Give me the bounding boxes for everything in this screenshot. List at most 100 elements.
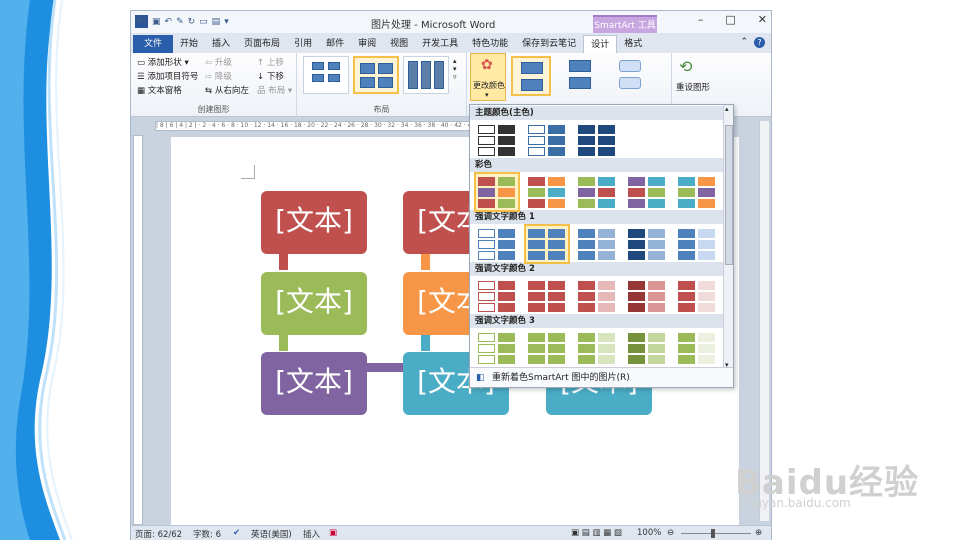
color-swatch-10[interactable]: [524, 224, 570, 264]
macro-icon[interactable]: ▣: [329, 528, 337, 538]
tab-home[interactable]: 开始: [173, 35, 205, 53]
swatch-cell: [698, 333, 715, 342]
connector-2: [279, 335, 288, 351]
swatch-cell: [498, 177, 515, 186]
right-to-left-button[interactable]: ⇆ 从右向左: [205, 84, 249, 96]
recolor-pictures-option[interactable]: ◧ 重新着色SmartArt 图中的图片(R): [470, 367, 733, 387]
swatch-cell: [478, 229, 495, 238]
color-swatch-1[interactable]: [476, 122, 518, 158]
layout-button[interactable]: 品 布局 ▾: [257, 84, 292, 96]
language-indicator[interactable]: 英语(美国): [251, 528, 292, 540]
smartart-node-2[interactable]: [文本]: [261, 272, 367, 335]
tab-references[interactable]: 引用: [287, 35, 319, 53]
color-swatch-4[interactable]: [474, 172, 520, 212]
style-thumbnail-3[interactable]: [611, 56, 651, 96]
tab-special-features[interactable]: 特色功能: [465, 35, 515, 53]
save-icon[interactable]: ▣: [152, 17, 161, 27]
print-icon[interactable]: ▤: [212, 17, 221, 27]
maximize-button[interactable]: □: [725, 13, 735, 26]
smartart-node-1[interactable]: [文本]: [261, 191, 367, 254]
status-bar: 页面: 62/62 字数: 6 ✔ 英语(美国) 插入 ▣ ▣ ▤ ▥ ▦ ▧ …: [131, 525, 771, 540]
swatch-cell: [578, 188, 595, 197]
color-swatch-2[interactable]: [526, 122, 568, 158]
swatch-cell: [678, 333, 695, 342]
zoom-slider[interactable]: [681, 533, 751, 534]
promote-button[interactable]: ⇦ 升级: [205, 56, 232, 68]
color-swatch-22[interactable]: [626, 330, 668, 366]
color-swatch-15[interactable]: [526, 278, 568, 314]
tab-page-layout[interactable]: 页面布局: [237, 35, 287, 53]
help-icon[interactable]: ?: [754, 37, 765, 48]
swatch-cell: [648, 188, 665, 197]
layout-thumbnail-2[interactable]: [353, 56, 399, 94]
color-swatch-6[interactable]: [576, 174, 618, 210]
color-swatch-23[interactable]: [676, 330, 718, 366]
color-swatch-8[interactable]: [676, 174, 718, 210]
color-swatch-17[interactable]: [626, 278, 668, 314]
layouts-scroll-icon[interactable]: ▴ ▾ ▿: [453, 57, 457, 81]
tab-format[interactable]: 格式: [617, 35, 649, 53]
page-count[interactable]: 页面: 62/62: [135, 528, 182, 540]
color-swatch-12[interactable]: [626, 226, 668, 262]
tab-view[interactable]: 视图: [383, 35, 415, 53]
zoom-slider-thumb[interactable]: [711, 529, 715, 538]
format-painter-icon[interactable]: ✎: [176, 17, 184, 27]
reset-graphic-button[interactable]: 重设图形: [676, 81, 710, 93]
zoom-level[interactable]: 100%: [637, 528, 661, 538]
view-buttons[interactable]: ▣ ▤ ▥ ▦ ▧: [571, 528, 622, 538]
color-swatch-14[interactable]: [476, 278, 518, 314]
color-swatch-9[interactable]: [476, 226, 518, 262]
move-up-button[interactable]: ↑ 上移: [257, 56, 284, 68]
style-thumbnail-2[interactable]: [561, 56, 601, 96]
word-count[interactable]: 字数: 6: [193, 528, 221, 540]
swatch-cell: [648, 344, 665, 353]
zoom-out-icon[interactable]: ⊖: [667, 528, 674, 538]
color-swatch-18[interactable]: [676, 278, 718, 314]
customize-qat-icon[interactable]: ▾: [224, 17, 229, 27]
color-swatch-5[interactable]: [526, 174, 568, 210]
swatch-cell: [578, 177, 595, 186]
style-thumbnail-1[interactable]: [511, 56, 551, 96]
layout-thumbnail-1[interactable]: [303, 56, 349, 94]
color-swatch-7[interactable]: [626, 174, 668, 210]
add-shape-button[interactable]: ▭ 添加形状 ▾: [137, 56, 189, 68]
tab-file[interactable]: 文件: [133, 35, 174, 53]
tab-mailings[interactable]: 邮件: [319, 35, 351, 53]
vertical-ruler[interactable]: [133, 135, 143, 525]
undo-icon[interactable]: ↶: [165, 17, 173, 27]
gallery-scrollbar[interactable]: ▴ ▾: [723, 105, 733, 369]
tab-developer[interactable]: 开发工具: [415, 35, 465, 53]
add-bullet-button[interactable]: ☰ 添加项目符号: [137, 70, 198, 82]
layout-thumbnail-3[interactable]: [403, 56, 449, 94]
smartart-node-3[interactable]: [文本]: [261, 352, 367, 415]
proofing-icon[interactable]: ✔: [233, 528, 240, 538]
change-colors-button[interactable]: ✿ 更改颜色 ▾: [470, 53, 506, 101]
tab-insert[interactable]: 插入: [205, 35, 237, 53]
tab-review[interactable]: 审阅: [351, 35, 383, 53]
tab-cloud-notes[interactable]: 保存到云笔记: [515, 35, 583, 53]
text-pane-button[interactable]: ▦ 文本窗格: [137, 84, 182, 96]
move-down-button[interactable]: ↓ 下移: [257, 70, 284, 82]
swatch-cell: [578, 281, 595, 290]
close-button[interactable]: ✕: [758, 13, 767, 26]
insert-mode[interactable]: 插入: [303, 528, 320, 540]
color-swatch-16[interactable]: [576, 278, 618, 314]
color-swatch-13[interactable]: [676, 226, 718, 262]
swatch-cell: [628, 281, 645, 290]
color-swatch-19[interactable]: [476, 330, 518, 366]
swatch-cell: [698, 199, 715, 208]
swatch-cell: [678, 177, 695, 186]
color-swatch-11[interactable]: [576, 226, 618, 262]
swatch-cell: [498, 229, 515, 238]
zoom-in-icon[interactable]: ⊕: [755, 528, 762, 538]
tab-design[interactable]: 设计: [583, 35, 618, 53]
demote-button[interactable]: ⇨ 降级: [205, 70, 232, 82]
color-swatch-3[interactable]: [576, 122, 618, 158]
color-swatch-20[interactable]: [526, 330, 568, 366]
color-swatch-21[interactable]: [576, 330, 618, 366]
minimize-button[interactable]: –: [698, 13, 704, 26]
ribbon-collapse-icon[interactable]: ⌃: [740, 37, 748, 48]
swatch-cell: [498, 333, 515, 342]
new-document-icon[interactable]: ▭: [199, 17, 208, 27]
redo-icon[interactable]: ↻: [188, 17, 196, 27]
